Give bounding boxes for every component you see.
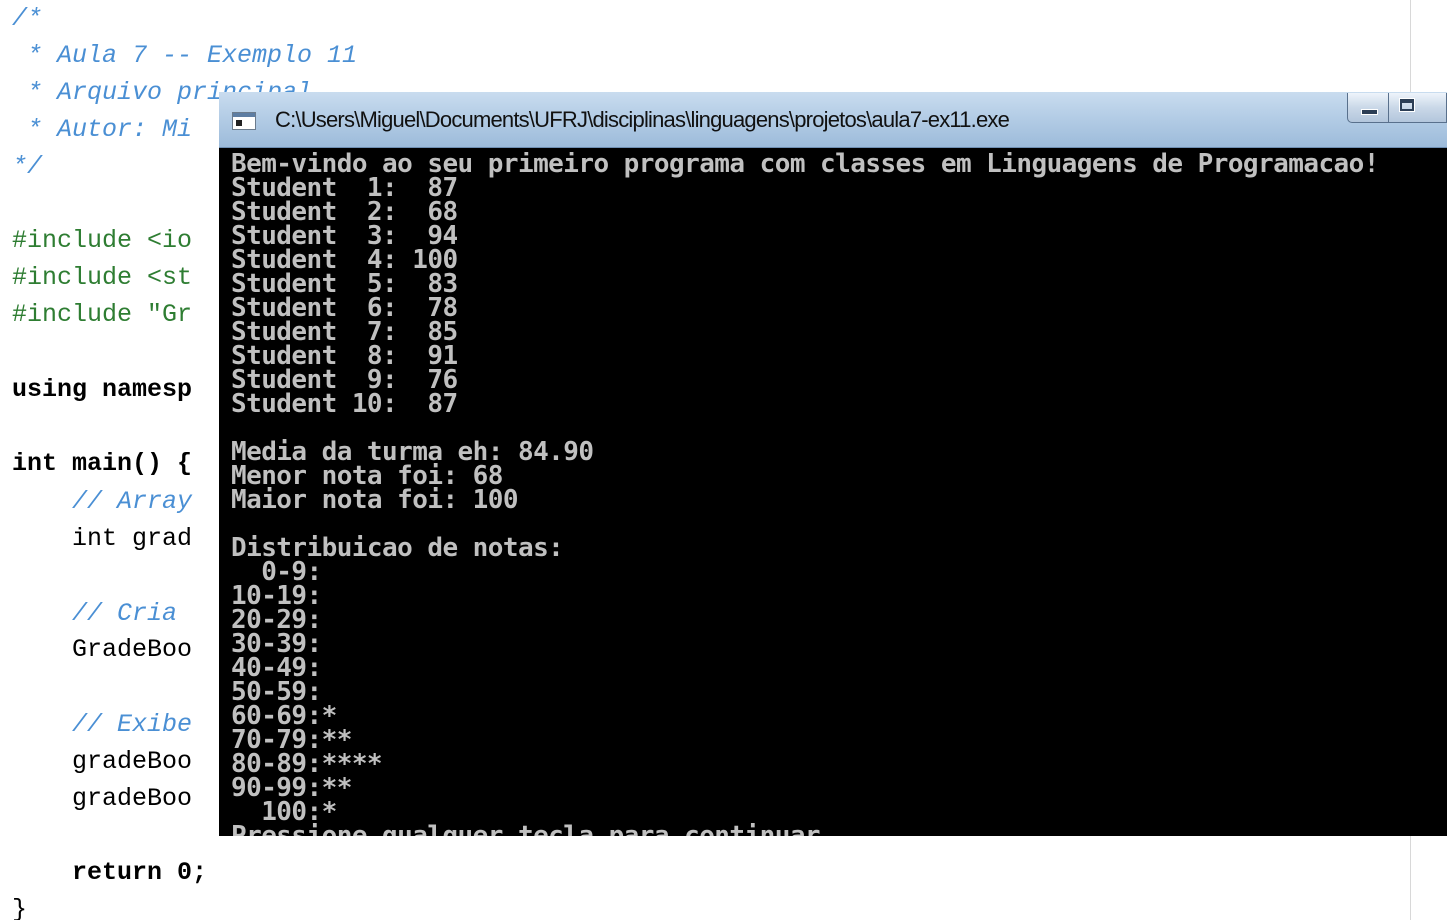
minimize-icon [1361,109,1378,115]
code-line: * Aula 7 -- Exemplo 11 [12,41,358,70]
console-line: Student 10: 87 [231,389,458,419]
console-line: 20-29: [231,605,322,635]
code-line: // Exibe [12,710,193,739]
console-line: 0-9: [231,557,322,587]
code-line: /* [12,4,43,33]
maximize-button[interactable] [1389,93,1447,123]
console-output[interactable]: Bem-vindo ao seu primeiro programa com c… [231,152,1447,836]
code-line: GradeBoo [12,635,193,664]
console-line: 60-69:* [231,701,337,731]
console-app-icon[interactable] [232,112,256,130]
maximize-icon [1399,98,1415,112]
console-line: 70-79:** [231,725,352,755]
code-line: using namesp [12,375,193,404]
code-line: } [12,895,28,920]
console-line: Maior nota foi: 100 [231,485,519,515]
desktop-area: /* * Aula 7 -- Exemplo 11 * Arquivo prin… [0,0,1447,920]
console-line: Pressione qualquer tecla para continuar.… [231,821,896,836]
console-line: Distribuicao de notas: [231,533,564,563]
code-line: gradeBoo [12,747,193,776]
code-line: int grad [12,524,193,553]
console-line: 80-89:**** [231,749,383,779]
console-window[interactable]: C:\Users\Miguel\Documents\UFRJ\disciplin… [219,92,1447,836]
console-line: 30-39: [231,629,322,659]
code-line: #include "Gr [12,300,193,329]
console-line: 40-49: [231,653,322,683]
minimize-button[interactable] [1347,93,1389,123]
code-line: // Array [12,487,193,516]
console-line: 90-99:** [231,773,352,803]
code-line: */ [12,152,43,181]
code-line: return 0; [12,858,208,887]
code-line: gradeBoo [12,784,193,813]
code-line: // Cria [12,599,178,628]
code-line: #include <st [12,263,193,292]
console-titlebar[interactable]: C:\Users\Miguel\Documents\UFRJ\disciplin… [219,92,1447,148]
console-window-title: C:\Users\Miguel\Documents\UFRJ\disciplin… [275,107,1010,132]
code-line: * Autor: Mi [12,115,193,144]
code-line: #include <io [12,226,193,255]
code-line: int main() { [12,449,193,478]
console-line: 10-19: [231,581,322,611]
console-line: 50-59: [231,677,322,707]
